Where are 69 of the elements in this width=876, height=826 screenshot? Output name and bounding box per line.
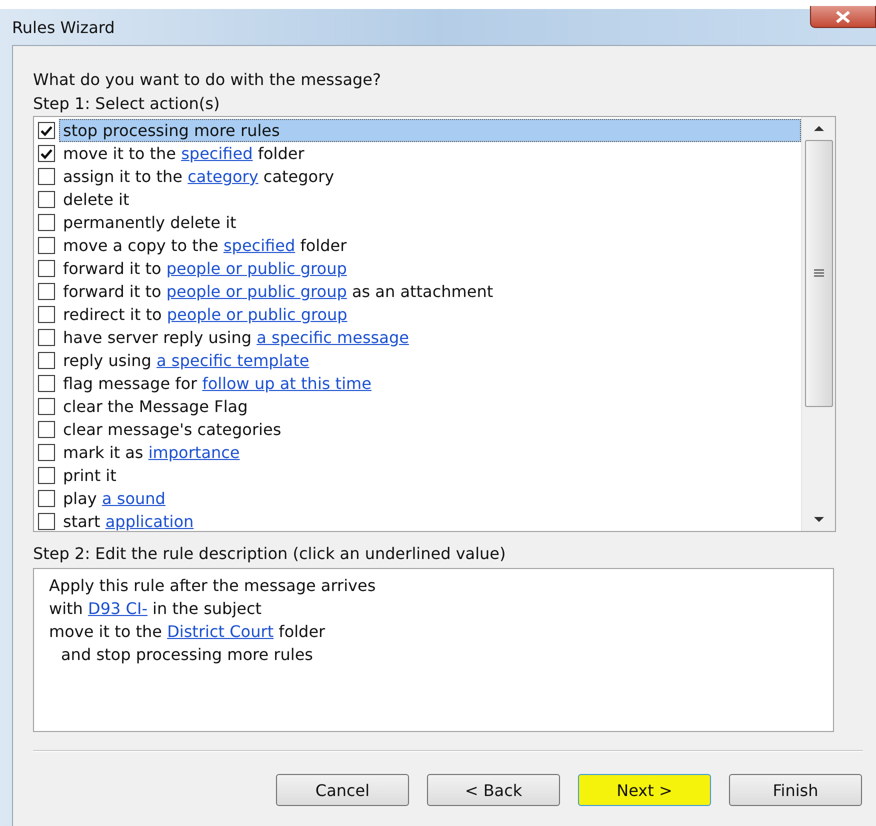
link[interactable]: application <box>105 512 194 531</box>
link[interactable]: people or public group <box>166 282 347 301</box>
action-item[interactable]: flag message for follow up at this time <box>59 372 376 395</box>
checkbox[interactable] <box>38 214 55 231</box>
checkbox[interactable] <box>38 168 55 185</box>
checkbox[interactable] <box>38 398 55 415</box>
action-item[interactable]: move it to the specified folder <box>59 142 308 165</box>
checkbox[interactable] <box>38 283 55 300</box>
checkbox[interactable] <box>38 191 55 208</box>
link[interactable]: specified <box>181 144 253 163</box>
window-title: Rules Wizard <box>12 18 115 36</box>
scroll-down-icon[interactable] <box>812 516 824 523</box>
action-item[interactable]: clear message's categories <box>59 418 286 441</box>
link[interactable]: a sound <box>102 489 166 508</box>
action-item[interactable]: mark it as importance <box>59 441 244 464</box>
checkbox[interactable] <box>38 352 55 369</box>
action-item[interactable]: clear the Message Flag <box>59 395 252 418</box>
prompt-text: What do you want to do with the message? <box>33 69 382 91</box>
action-item[interactable]: reply using a specific template <box>59 349 314 372</box>
wizard-button[interactable]: < Back <box>427 774 560 806</box>
checkbox[interactable] <box>38 490 55 507</box>
link[interactable]: people or public group <box>166 305 348 324</box>
wizard-button[interactable]: Next > <box>578 774 711 806</box>
action-item[interactable]: redirect it to people or public group <box>59 303 352 326</box>
action-item[interactable]: assign it to the category category <box>59 165 338 188</box>
link[interactable]: people or public group <box>166 259 347 278</box>
checkbox[interactable] <box>38 122 55 139</box>
checkbox[interactable] <box>38 444 55 461</box>
description-line: with D93 CI- in the subject <box>49 598 263 620</box>
checkbox[interactable] <box>38 260 55 277</box>
action-item[interactable]: print it <box>59 464 120 487</box>
link[interactable]: follow up at this time <box>202 374 372 393</box>
action-item[interactable]: forward it to people or public group <box>59 257 351 280</box>
wizard-button[interactable]: Cancel <box>276 774 409 806</box>
close-button[interactable] <box>810 6 876 28</box>
action-item[interactable]: forward it to people or public group as an attachment <box>59 280 498 303</box>
action-item[interactable]: have server reply using a specific message <box>59 326 413 349</box>
checkbox[interactable] <box>38 375 55 392</box>
description-line: move it to the District Court folder <box>49 621 326 643</box>
link[interactable]: category <box>188 167 258 186</box>
grip-icon <box>812 268 824 278</box>
checkbox[interactable] <box>38 421 55 438</box>
checkbox[interactable] <box>38 329 55 346</box>
action-item[interactable]: stop processing more rules <box>59 119 801 142</box>
action-item[interactable]: move a copy to the specified folder <box>59 234 351 257</box>
scroll-up-icon[interactable] <box>812 125 824 132</box>
action-item[interactable]: delete it <box>59 188 134 211</box>
step-label: Step 1: Select action(s) <box>33 93 221 115</box>
checkbox[interactable] <box>38 513 55 530</box>
link[interactable]: specified <box>223 236 296 255</box>
description-line: and stop processing more rules <box>60 644 314 666</box>
checkbox[interactable] <box>38 467 55 484</box>
link[interactable]: D93 CI- <box>88 599 148 618</box>
action-item[interactable]: play a sound <box>59 487 170 510</box>
action-item[interactable]: permanently delete it <box>59 211 240 234</box>
wizard-button[interactable]: Finish <box>729 774 862 806</box>
scrollbar[interactable] <box>801 117 835 531</box>
close-icon <box>834 10 852 22</box>
checkbox[interactable] <box>38 145 55 162</box>
scroll-thumb[interactable] <box>804 140 832 407</box>
description-line: Apply this rule after the message arrives <box>49 575 377 597</box>
checkbox[interactable] <box>38 306 55 323</box>
step-label: Step 2: Edit the rule description (click an underlined value) <box>33 543 507 565</box>
link[interactable]: a specific message <box>256 328 409 347</box>
checkbox[interactable] <box>38 237 55 254</box>
link[interactable]: District Court <box>167 622 274 641</box>
action-item[interactable]: start application <box>59 510 198 533</box>
link[interactable]: a specific template <box>156 351 310 370</box>
link[interactable]: importance <box>148 443 240 462</box>
